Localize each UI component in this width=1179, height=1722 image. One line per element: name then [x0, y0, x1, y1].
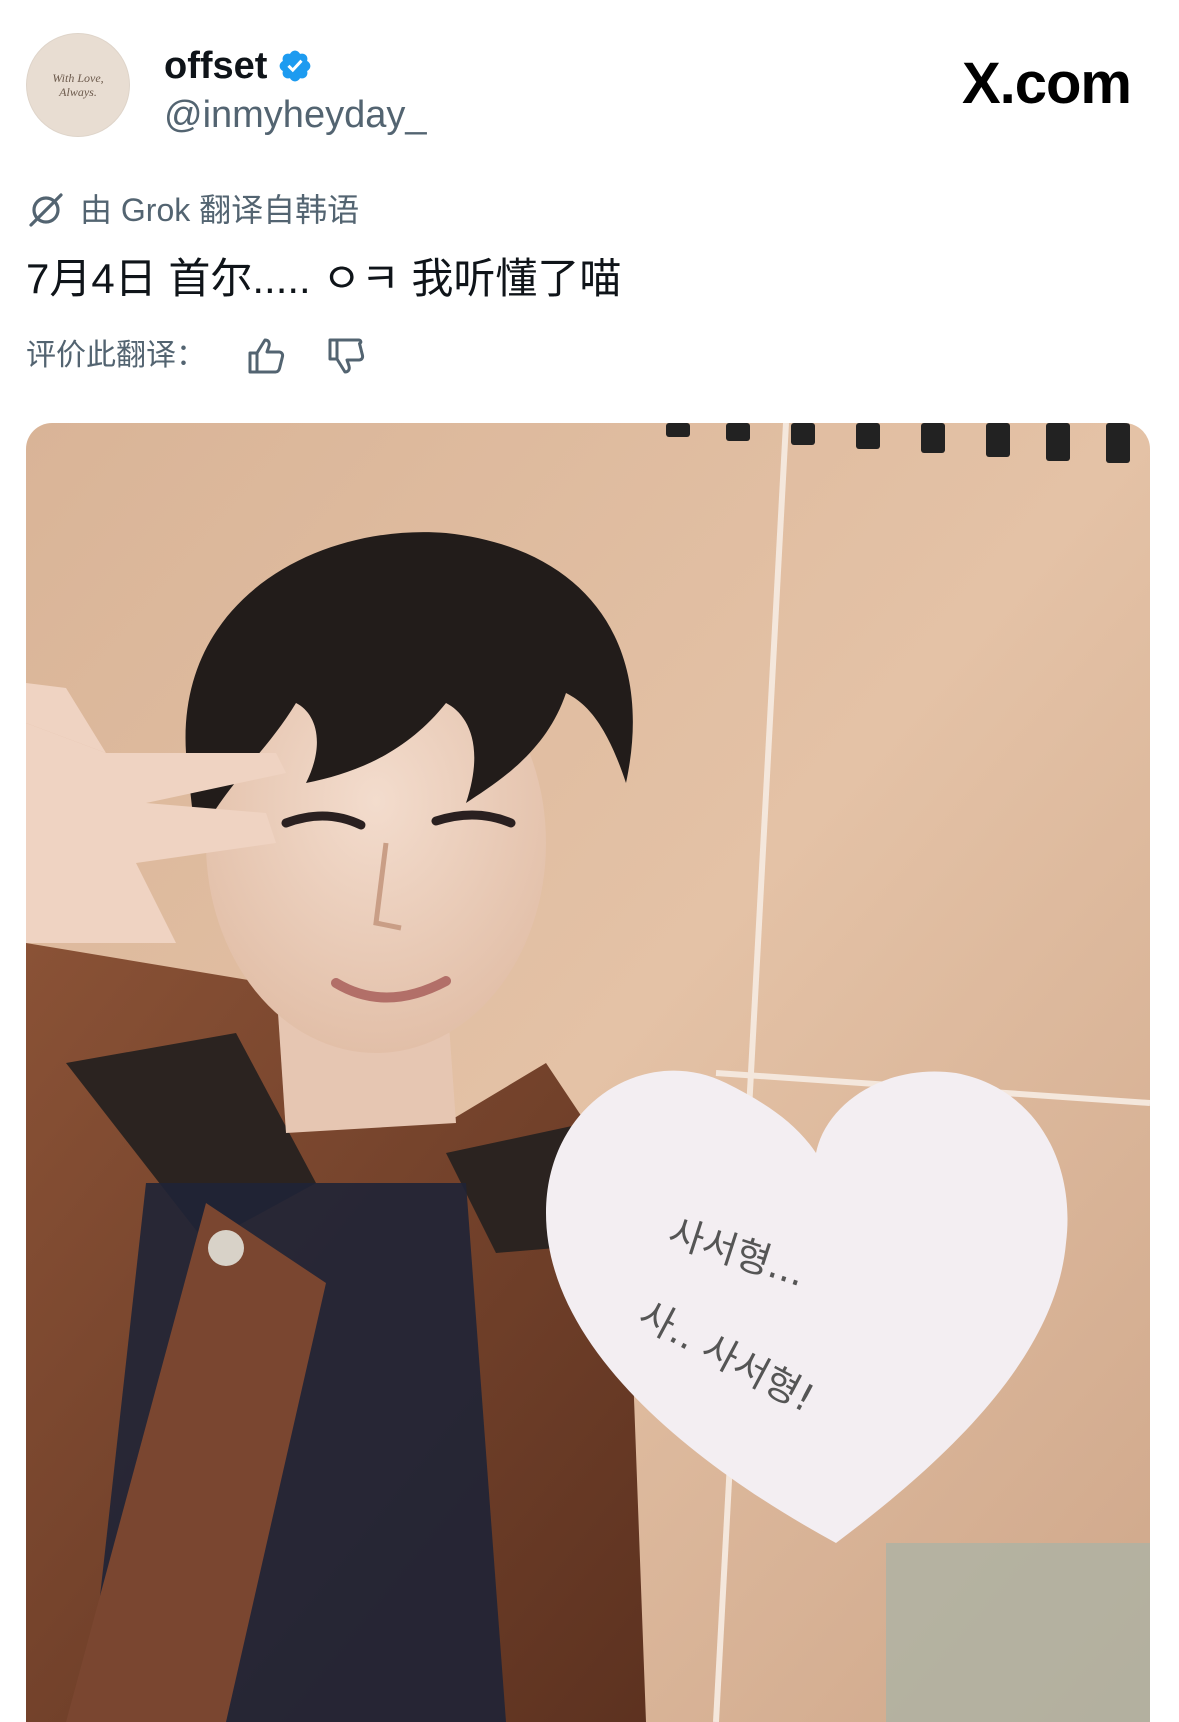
- tweet-photo[interactable]: 사서형... 사.. 사서형!: [26, 423, 1150, 1722]
- tweet-text: 7月4日 首尔..... ㅇㅋ 我听懂了喵: [26, 255, 622, 302]
- rate-translation-label: 评价此翻译：: [26, 339, 206, 372]
- verified-badge-icon: [280, 50, 311, 82]
- avatar-text-line2: Always.: [59, 85, 97, 99]
- author-name-row: offset: [164, 44, 313, 88]
- grok-translate-icon: [29, 193, 63, 227]
- x-com-logo: X.com: [961, 51, 1132, 116]
- avatar[interactable]: With Love, Always.: [26, 33, 130, 137]
- translated-by-label: 由 Grok 翻译自韩语: [80, 192, 360, 228]
- grok-translation-row: 由 Grok 翻译自韩语: [26, 190, 359, 230]
- thumbs-down-icon[interactable]: [324, 334, 368, 378]
- author-handle[interactable]: @inmyheyday_: [164, 93, 426, 137]
- photo-illustration: 사서형... 사.. 사서형!: [26, 423, 1150, 1722]
- thumbs-up-icon[interactable]: [244, 334, 288, 378]
- author-display-name[interactable]: offset: [164, 44, 267, 88]
- rate-translation-row: 评价此翻译：: [26, 334, 368, 378]
- avatar-text-line1: With Love,: [52, 71, 104, 85]
